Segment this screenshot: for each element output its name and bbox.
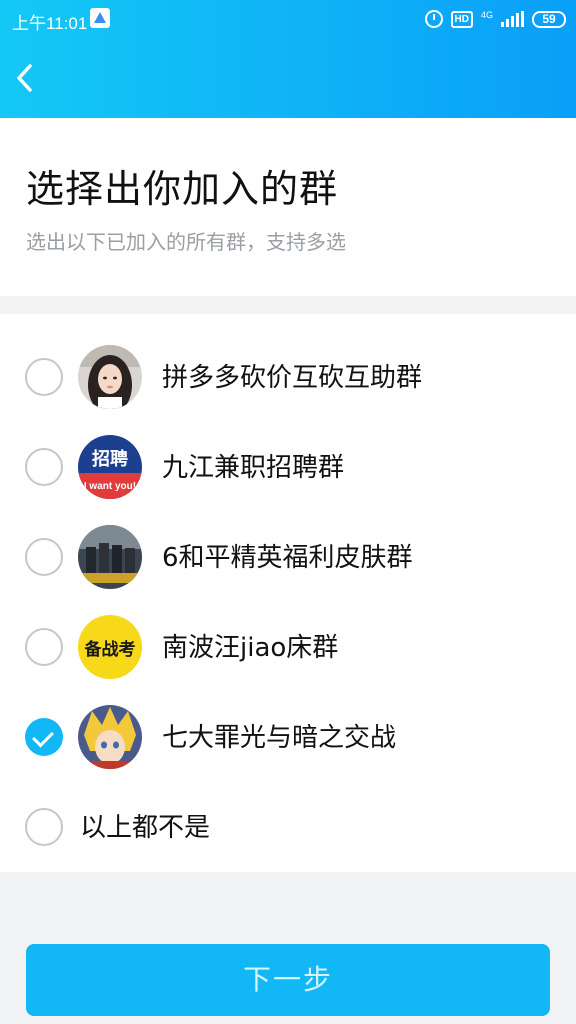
- group-name: 拼多多砍价互砍互助群: [162, 363, 423, 393]
- group-option-5[interactable]: 七大罪光与暗之交战: [0, 692, 576, 782]
- group-list: 拼多多砍价互砍互助群 招聘 I want you! 九江兼职招聘群 6和平精英福…: [0, 314, 576, 872]
- page-title: 选择出你加入的群: [26, 167, 339, 211]
- network-type-label: 4G: [480, 9, 493, 20]
- group-name: 七大罪光与暗之交战: [162, 723, 397, 753]
- svg-text:I want you!: I want you!: [84, 481, 136, 492]
- alarm-icon: [424, 10, 443, 28]
- group-avatar-1: [78, 345, 142, 409]
- group-avatar-3: [78, 525, 142, 589]
- status-indicators: HD 4G 59: [424, 8, 566, 30]
- radio-button[interactable]: [25, 538, 63, 576]
- group-avatar-5: [78, 705, 142, 769]
- group-option-3[interactable]: 6和平精英福利皮肤群: [0, 512, 576, 602]
- group-option-1[interactable]: 拼多多砍价互砍互助群: [0, 332, 576, 422]
- chevron-left-icon: [17, 64, 32, 92]
- radio-button[interactable]: [25, 448, 63, 486]
- battery-icon: 59: [532, 10, 566, 28]
- group-avatar-2: 招聘 I want you!: [78, 435, 142, 499]
- hd-badge: HD: [450, 10, 473, 28]
- group-name: 6和平精英福利皮肤群: [162, 543, 413, 573]
- group-option-2[interactable]: 招聘 I want you! 九江兼职招聘群: [0, 422, 576, 512]
- signal-icon: [501, 11, 524, 27]
- back-button[interactable]: [8, 58, 48, 98]
- next-button[interactable]: 下一步: [26, 944, 550, 1016]
- status-time: 上午11:01: [12, 14, 88, 33]
- svg-text:备战考: 备战考: [84, 639, 136, 660]
- group-avatar-4: 备战考: [78, 615, 142, 679]
- radio-button[interactable]: [25, 628, 63, 666]
- status-bar: 上午11:01 HD 4G 59: [0, 0, 576, 40]
- option-label: 以上都不是: [80, 813, 211, 843]
- radio-button-checked[interactable]: [25, 718, 63, 756]
- group-name: 九江兼职招聘群: [162, 453, 345, 483]
- title-section: 选择出你加入的群 选出以下已加入的所有群，支持多选: [0, 118, 576, 296]
- header-bar: 上午11:01 HD 4G 59: [0, 0, 576, 118]
- none-of-above-option[interactable]: 以上都不是: [0, 782, 576, 872]
- radio-button[interactable]: [25, 358, 63, 396]
- radio-button[interactable]: [25, 808, 63, 846]
- group-option-4[interactable]: 备战考 南波汪jiao床群: [0, 602, 576, 692]
- group-name: 南波汪jiao床群: [162, 633, 339, 663]
- app-notification-icon: [90, 8, 110, 28]
- svg-text:招聘: 招聘: [92, 448, 128, 470]
- page-subtitle: 选出以下已加入的所有群，支持多选: [26, 230, 346, 254]
